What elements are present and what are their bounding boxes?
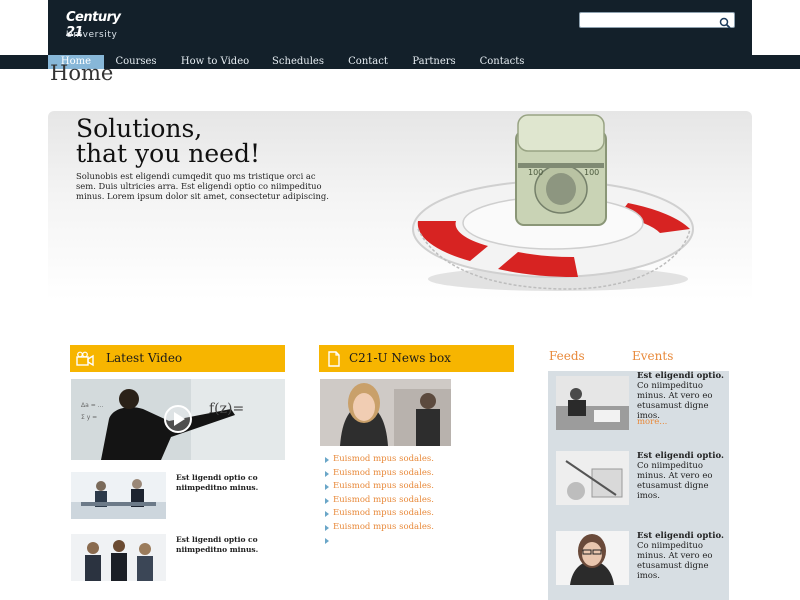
nav-item-schedules[interactable]: Schedules [268,55,328,69]
news-item[interactable]: Euismod mpus sodales. [325,468,434,482]
hero-title: Solutions, that you need! [76,114,261,168]
news-box-title: C21-U News box [349,351,451,365]
news-item[interactable]: Euismod mpus sodales. [325,508,434,522]
header-bar [48,0,752,56]
news-item[interactable]: Euismod mpus sodales. [325,454,434,468]
svg-text:100: 100 [584,168,599,177]
latest-video-header: Latest Video [70,345,285,372]
feed-panel: Est eligendi optio. Co niimpedituo minus… [548,371,729,600]
bullet-arrow-icon [325,457,329,463]
hero-banner: Solutions, that you need! Solunobis est … [48,111,752,301]
bullet-arrow-icon [325,538,329,544]
news-list: Euismod mpus sodales. Euismod mpus sodal… [325,454,434,549]
tab-feeds[interactable]: Feeds [549,349,585,363]
bullet-arrow-icon [325,497,329,504]
feed-text: Co niimpedituo minus. At vero eo etusamu… [637,381,713,421]
play-icon[interactable] [163,404,193,434]
bullet-arrow-icon [325,470,329,477]
news-item[interactable]: Euismod mpus sodales. [325,495,434,509]
nav-item-courses[interactable]: Courses [110,55,162,69]
svg-text:f(z)=: f(z)= [209,401,244,417]
nav-item-how-to-video[interactable]: How to Video [174,55,256,69]
feed-text: Co niimpedituo minus. At vero eo etusamu… [637,541,713,581]
video-caption-2: Est ligendi optio co niimpeditno minus. [176,535,259,554]
logo-subtitle: University [66,30,118,40]
video-thumbnail-meeting[interactable] [71,472,166,519]
bullet-arrow-icon [325,524,329,531]
logo[interactable]: Century 21 University [66,8,136,44]
feed-image-portrait [556,531,629,585]
video-thumbnail-team[interactable] [71,534,166,581]
hero-text: Solunobis est eligendi cumqedit quo ms t… [76,171,329,201]
news-item[interactable]: Euismod mpus sodales. [325,481,434,495]
svg-text:100: 100 [528,168,543,177]
tab-events[interactable]: Events [632,349,673,363]
nav-item-contacts[interactable]: Contacts [474,55,530,69]
feed-image-chart [556,451,629,505]
main-nav: Home Courses How to Video Schedules Cont… [0,55,800,69]
video-caption-1: Est ligendi optio co niimpeditno minus. [176,473,259,492]
search-box [579,12,735,29]
feed-title: Est eligendi optio. [637,371,724,381]
page-title: Home [50,61,114,85]
search-input[interactable] [583,14,713,26]
feed-title: Est eligendi optio. [637,531,724,541]
news-photo [320,379,451,446]
feed-text: Co niimpedituo minus. At vero eo etusamu… [637,461,713,501]
video-camera-icon [76,350,94,367]
document-icon [325,350,343,367]
bullet-arrow-icon [325,511,329,517]
feed-image-meeting [556,376,629,430]
latest-video-title: Latest Video [106,351,183,365]
news-item[interactable]: Euismod mpus sodales. [325,522,434,536]
more-link[interactable]: more... [637,417,667,427]
video-player-thumbnail[interactable]: f(z)= Δa = ... Σ y = [71,379,285,460]
lifebuoy-money-image: 100 100 [378,111,698,301]
feed-title: Est eligendi optio. [637,451,724,461]
nav-item-partners[interactable]: Partners [407,55,461,69]
bullet-arrow-icon [325,484,329,490]
news-box-header: C21-U News box [319,345,514,372]
nav-item-contact[interactable]: Contact [341,55,395,69]
svg-text:Δa = ...: Δa = ... [81,402,103,409]
svg-text:Σ y =: Σ y = [81,414,97,421]
search-icon[interactable] [719,14,731,29]
news-item[interactable] [325,535,434,549]
